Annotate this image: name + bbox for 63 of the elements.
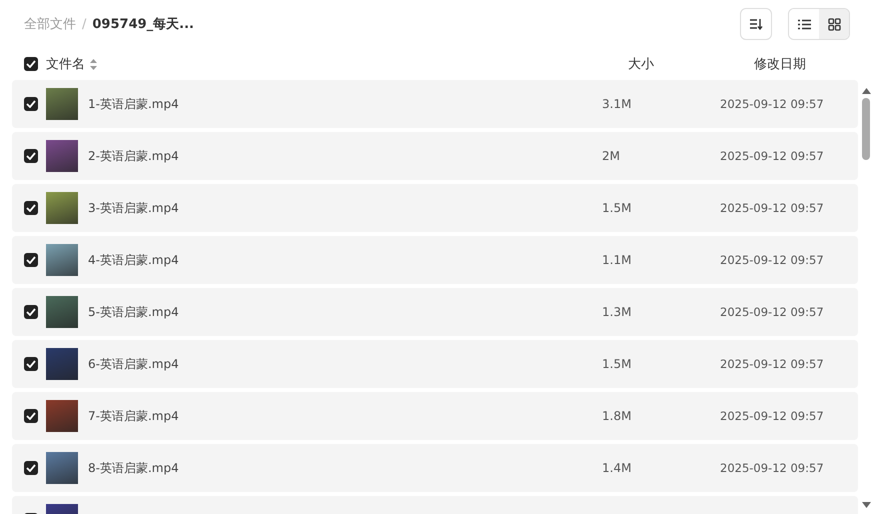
file-row[interactable]: 1-英语启蒙.mp4 3.1M 2025-09-12 09:57 xyxy=(12,80,858,128)
modified-date: 2025-09-12 09:57 xyxy=(720,201,825,215)
row-checkbox[interactable] xyxy=(24,97,38,111)
file-name: 6-英语启蒙.mp4 xyxy=(88,356,179,372)
file-name: 2-英语启蒙.mp4 xyxy=(88,148,179,164)
file-row[interactable]: 3-英语启蒙.mp4 1.5M 2025-09-12 09:57 xyxy=(12,184,858,232)
video-thumbnail xyxy=(46,192,78,224)
video-thumbnail xyxy=(46,348,78,380)
grid-view-button[interactable] xyxy=(819,9,849,39)
file-name: 7-英语启蒙.mp4 xyxy=(88,408,179,424)
row-checkbox[interactable] xyxy=(24,357,38,371)
file-size: 1.5M xyxy=(602,201,632,215)
video-thumbnail xyxy=(46,296,78,328)
breadcrumb-separator: / xyxy=(82,16,86,32)
file-size: 1.5M xyxy=(602,357,632,371)
breadcrumb-current: 095749_每天... xyxy=(92,16,194,33)
file-name: 3-英语启蒙.mp4 xyxy=(88,200,179,216)
column-header[interactable]: 大小 xyxy=(628,55,754,73)
row-checkbox[interactable] xyxy=(24,409,38,423)
column-header[interactable]: 修改日期 xyxy=(754,55,850,73)
file-size: 1.8M xyxy=(602,409,632,423)
row-checkbox[interactable] xyxy=(24,149,38,163)
modified-date: 2025-09-12 09:57 xyxy=(720,305,825,319)
list-icon xyxy=(798,18,810,30)
modified-date: 2025-09-12 09:57 xyxy=(720,409,825,423)
row-checkbox[interactable] xyxy=(24,201,38,215)
column-header[interactable]: 文件名 xyxy=(46,55,85,73)
file-size: 1.1M xyxy=(602,253,632,267)
file-name: 8-英语启蒙.mp4 xyxy=(88,460,179,476)
video-thumbnail xyxy=(46,452,78,484)
file-row[interactable]: 7-英语启蒙.mp4 1.8M 2025-09-12 09:57 xyxy=(12,392,858,440)
row-checkbox[interactable] xyxy=(24,461,38,475)
row-checkbox[interactable] xyxy=(24,305,38,319)
file-size: 2M xyxy=(602,149,621,163)
video-thumbnail xyxy=(46,88,78,120)
select-all-checkbox[interactable] xyxy=(24,57,38,71)
video-thumbnail xyxy=(46,140,78,172)
modified-date: 2025-09-12 09:57 xyxy=(720,149,825,163)
sort-arrows-icon[interactable] xyxy=(90,58,97,70)
file-size: 1.3M xyxy=(602,305,632,319)
file-row[interactable]: 6-英语启蒙.mp4 1.5M 2025-09-12 09:57 xyxy=(12,340,858,388)
file-name: 4-英语启蒙.mp4 xyxy=(88,252,179,268)
modified-date: 2025-09-12 09:57 xyxy=(720,461,825,475)
grid-icon xyxy=(828,18,840,30)
scroll-up-icon[interactable] xyxy=(862,88,870,94)
file-size: 1.4M xyxy=(602,461,632,475)
sort-icon xyxy=(749,18,763,30)
video-thumbnail xyxy=(46,244,78,276)
modified-date: 2025-09-12 09:57 xyxy=(720,97,825,111)
file-row[interactable]: 8-英语启蒙.mp4 1.4M 2025-09-12 09:57 xyxy=(12,444,858,492)
file-name: 5-英语启蒙.mp4 xyxy=(88,304,179,320)
file-size: 3.1M xyxy=(602,97,632,111)
scroll-down-icon[interactable] xyxy=(862,502,870,508)
sort-button[interactable] xyxy=(740,8,772,40)
video-thumbnail xyxy=(46,400,78,432)
file-row[interactable]: 4-英语启蒙.mp4 1.1M 2025-09-12 09:57 xyxy=(12,236,858,284)
file-row[interactable]: 2-英语启蒙.mp4 2M 2025-09-12 09:57 xyxy=(12,132,858,180)
file-row[interactable]: 5-英语启蒙.mp4 1.3M 2025-09-12 09:57 xyxy=(12,288,858,336)
file-name: 1-英语启蒙.mp4 xyxy=(88,96,179,112)
modified-date: 2025-09-12 09:57 xyxy=(720,357,825,371)
row-checkbox[interactable] xyxy=(24,253,38,267)
modified-date: 2025-09-12 09:57 xyxy=(720,253,825,267)
scrollbar-thumb[interactable] xyxy=(862,98,870,160)
